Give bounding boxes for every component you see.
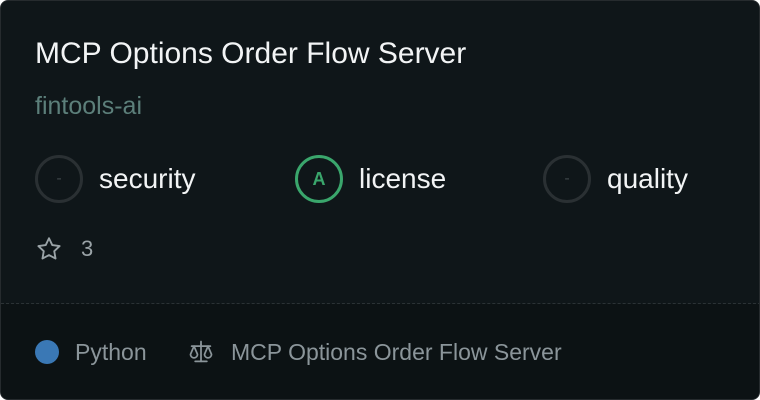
security-grade-badge: -	[35, 155, 83, 203]
metric-quality[interactable]: - quality	[543, 155, 688, 203]
scale-icon	[187, 338, 215, 366]
star-count-group[interactable]: 3	[35, 233, 93, 265]
metric-security[interactable]: - security	[35, 155, 195, 203]
quality-grade-badge: -	[543, 155, 591, 203]
owner-link[interactable]: fintools-ai	[35, 89, 142, 123]
star-icon[interactable]	[35, 235, 63, 263]
quality-label: quality	[607, 163, 688, 194]
license-label: license	[359, 163, 447, 194]
metric-license[interactable]: A license	[295, 155, 446, 203]
license-info: MCP Options Order Flow Server	[187, 336, 562, 368]
language-color-dot	[35, 340, 59, 364]
license-grade-badge: A	[295, 155, 343, 203]
security-label: security	[99, 163, 196, 194]
star-count: 3	[81, 236, 94, 261]
language-info: Python	[35, 336, 147, 368]
license-text: MCP Options Order Flow Server	[231, 338, 562, 365]
server-card[interactable]: MCP Options Order Flow Server fintools-a…	[0, 0, 760, 400]
language-label: Python	[75, 338, 147, 365]
card-title[interactable]: MCP Options Order Flow Server	[35, 35, 466, 73]
